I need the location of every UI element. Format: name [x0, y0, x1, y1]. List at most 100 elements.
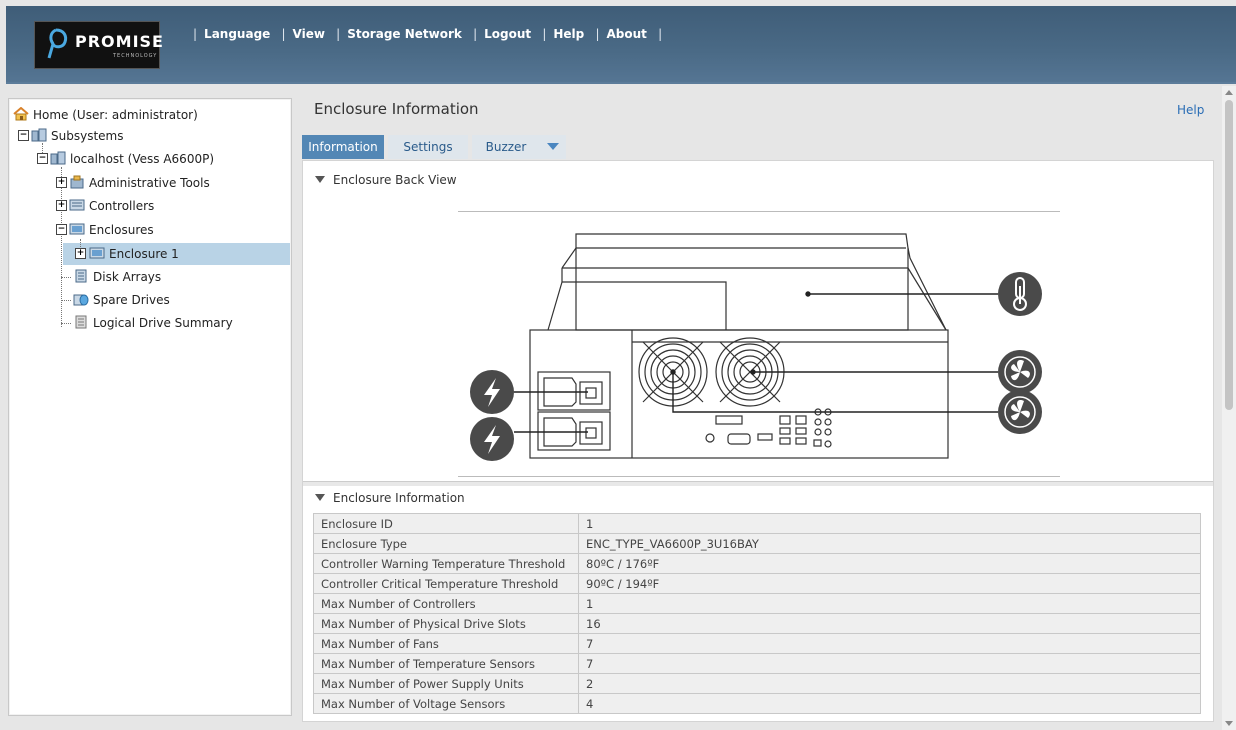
enclosure-icon	[89, 247, 105, 259]
row-key: Max Number of Voltage Sensors	[313, 693, 579, 714]
subsystem-icon	[31, 128, 47, 142]
nav-about[interactable]: About	[607, 27, 647, 41]
disk-array-icon	[75, 269, 87, 283]
logical-drive-icon	[75, 315, 87, 329]
tree-controllers[interactable]: Controllers	[69, 196, 154, 216]
nav-language[interactable]: Language	[204, 27, 270, 41]
content-panel: Enclosure Back View Enclosure Informatio…	[302, 160, 1214, 722]
tab-settings[interactable]: Settings	[388, 135, 468, 159]
table-row: Controller Warning Temperature Threshold…	[313, 553, 1201, 574]
tree-disk-arrays[interactable]: Disk Arrays	[73, 267, 161, 287]
back-view-section-header[interactable]: Enclosure Back View	[315, 173, 457, 187]
tree-spare-drives[interactable]: Spare Drives	[73, 290, 170, 310]
row-value: 16	[578, 613, 1201, 634]
expand-icon[interactable]: +	[56, 177, 67, 188]
collapse-triangle-icon	[315, 176, 325, 183]
power-supply-icon	[470, 370, 514, 414]
row-value: 1	[578, 513, 1201, 534]
table-row: Max Number of Power Supply Units 2	[313, 673, 1201, 694]
row-key: Max Number of Fans	[313, 633, 579, 654]
row-value: 2	[578, 673, 1201, 694]
nav-view[interactable]: View	[293, 27, 325, 41]
temperature-sensor-icon	[998, 272, 1042, 316]
tools-icon	[70, 175, 84, 189]
collapse-icon[interactable]: −	[37, 153, 48, 164]
home-icon	[13, 107, 29, 121]
tree-home[interactable]: Home (User: administrator)	[13, 105, 198, 125]
tree-disk-arrays-label: Disk Arrays	[93, 270, 162, 284]
app-header: PROMISE TECHNOLOGY | Language | View | Stor…	[6, 6, 1236, 84]
page-title: Enclosure Information	[314, 100, 479, 118]
row-key: Controller Warning Temperature Threshold	[313, 553, 579, 574]
enclosure-info-table: Enclosure ID 1 Enclosure Type ENC_TYPE_VA6…	[313, 513, 1201, 714]
row-value: ENC_TYPE_VA6600P_3U16BAY	[578, 533, 1201, 554]
tree-administrative-tools-label: Administrative Tools	[89, 176, 210, 190]
tree-spare-drives-label: Spare Drives	[93, 293, 170, 307]
fan-icon	[998, 350, 1042, 394]
row-key: Max Number of Controllers	[313, 593, 579, 614]
tab-buzzer[interactable]: Buzzer	[472, 135, 540, 159]
page-scrollbar[interactable]	[1222, 86, 1236, 730]
row-value: 90ºC / 194ºF	[578, 573, 1201, 594]
tree-enclosure-1[interactable]: Enclosure 1	[89, 244, 179, 264]
enclosure-back-view	[458, 211, 1060, 477]
tree-line	[61, 167, 62, 327]
logo-wordmark: PROMISE	[75, 32, 164, 51]
tree-localhost-label: localhost (Vess A6600P)	[70, 152, 215, 166]
row-key: Controller Critical Temperature Threshol…	[313, 573, 579, 594]
nav-logout[interactable]: Logout	[484, 27, 531, 41]
row-key: Max Number of Temperature Sensors	[313, 653, 579, 674]
tree-enclosures-label: Enclosures	[89, 223, 154, 237]
tree-line	[61, 323, 71, 324]
promise-logo[interactable]: PROMISE TECHNOLOGY	[34, 21, 163, 69]
collapse-icon[interactable]: −	[18, 130, 29, 141]
table-row: Enclosure Type ENC_TYPE_VA6600P_3U16BAY	[313, 533, 1201, 554]
promise-logo-icon	[47, 28, 68, 59]
collapse-triangle-icon	[315, 494, 325, 501]
expand-icon[interactable]: +	[56, 200, 67, 211]
tree-logical-drive-summary[interactable]: Logical Drive Summary	[73, 313, 233, 333]
tree-administrative-tools[interactable]: Administrative Tools	[69, 173, 210, 193]
expand-icon[interactable]: +	[75, 248, 86, 259]
table-row: Max Number of Fans 7	[313, 633, 1201, 654]
collapse-icon[interactable]: −	[56, 224, 67, 235]
tree-line	[61, 300, 71, 301]
tree-enclosure-1-label: Enclosure 1	[109, 247, 179, 261]
tree-enclosures[interactable]: Enclosures	[69, 220, 154, 240]
nav-storage-network[interactable]: Storage Network	[347, 27, 462, 41]
row-value: 7	[578, 633, 1201, 654]
row-value: 7	[578, 653, 1201, 674]
row-value: 1	[578, 593, 1201, 614]
tab-more-dropdown[interactable]	[540, 135, 566, 159]
tab-information[interactable]: Information	[302, 135, 384, 159]
nav-help[interactable]: Help	[553, 27, 584, 41]
controller-icon	[69, 199, 85, 211]
row-value: 80ºC / 176ºF	[578, 553, 1201, 574]
tree-localhost[interactable]: localhost (Vess A6600P)	[50, 149, 214, 169]
tree-controllers-label: Controllers	[89, 199, 155, 213]
row-key: Enclosure Type	[313, 533, 579, 554]
logo-subtext: TECHNOLOGY	[113, 53, 158, 59]
chevron-down-icon	[547, 143, 559, 150]
table-row: Max Number of Temperature Sensors 7	[313, 653, 1201, 674]
back-view-title: Enclosure Back View	[333, 173, 457, 187]
scrollbar-thumb[interactable]	[1225, 100, 1233, 410]
top-navigation: | Language | View | Storage Network | Logout…	[193, 27, 663, 41]
server-icon	[50, 151, 66, 165]
enclosure-back-view-diagram	[470, 233, 1042, 461]
scroll-down-icon[interactable]	[1225, 721, 1233, 726]
info-section-header[interactable]: Enclosure Information	[315, 491, 465, 505]
fan-icon	[998, 390, 1042, 434]
table-row: Max Number of Physical Drive Slots 16	[313, 613, 1201, 634]
table-row: Enclosure ID 1	[313, 513, 1201, 534]
table-row: Max Number of Controllers 1	[313, 593, 1201, 614]
tree-subsystems-label: Subsystems	[51, 129, 124, 143]
scroll-up-icon[interactable]	[1225, 90, 1233, 95]
info-section-title: Enclosure Information	[333, 491, 465, 505]
navigation-tree: Home (User: administrator) − Subsystems …	[8, 98, 292, 716]
tree-logical-drive-summary-label: Logical Drive Summary	[93, 316, 233, 330]
row-key: Enclosure ID	[313, 513, 579, 534]
help-link[interactable]: Help	[1177, 103, 1204, 117]
tree-subsystems[interactable]: Subsystems	[31, 126, 123, 146]
table-row: Controller Critical Temperature Threshol…	[313, 573, 1201, 594]
